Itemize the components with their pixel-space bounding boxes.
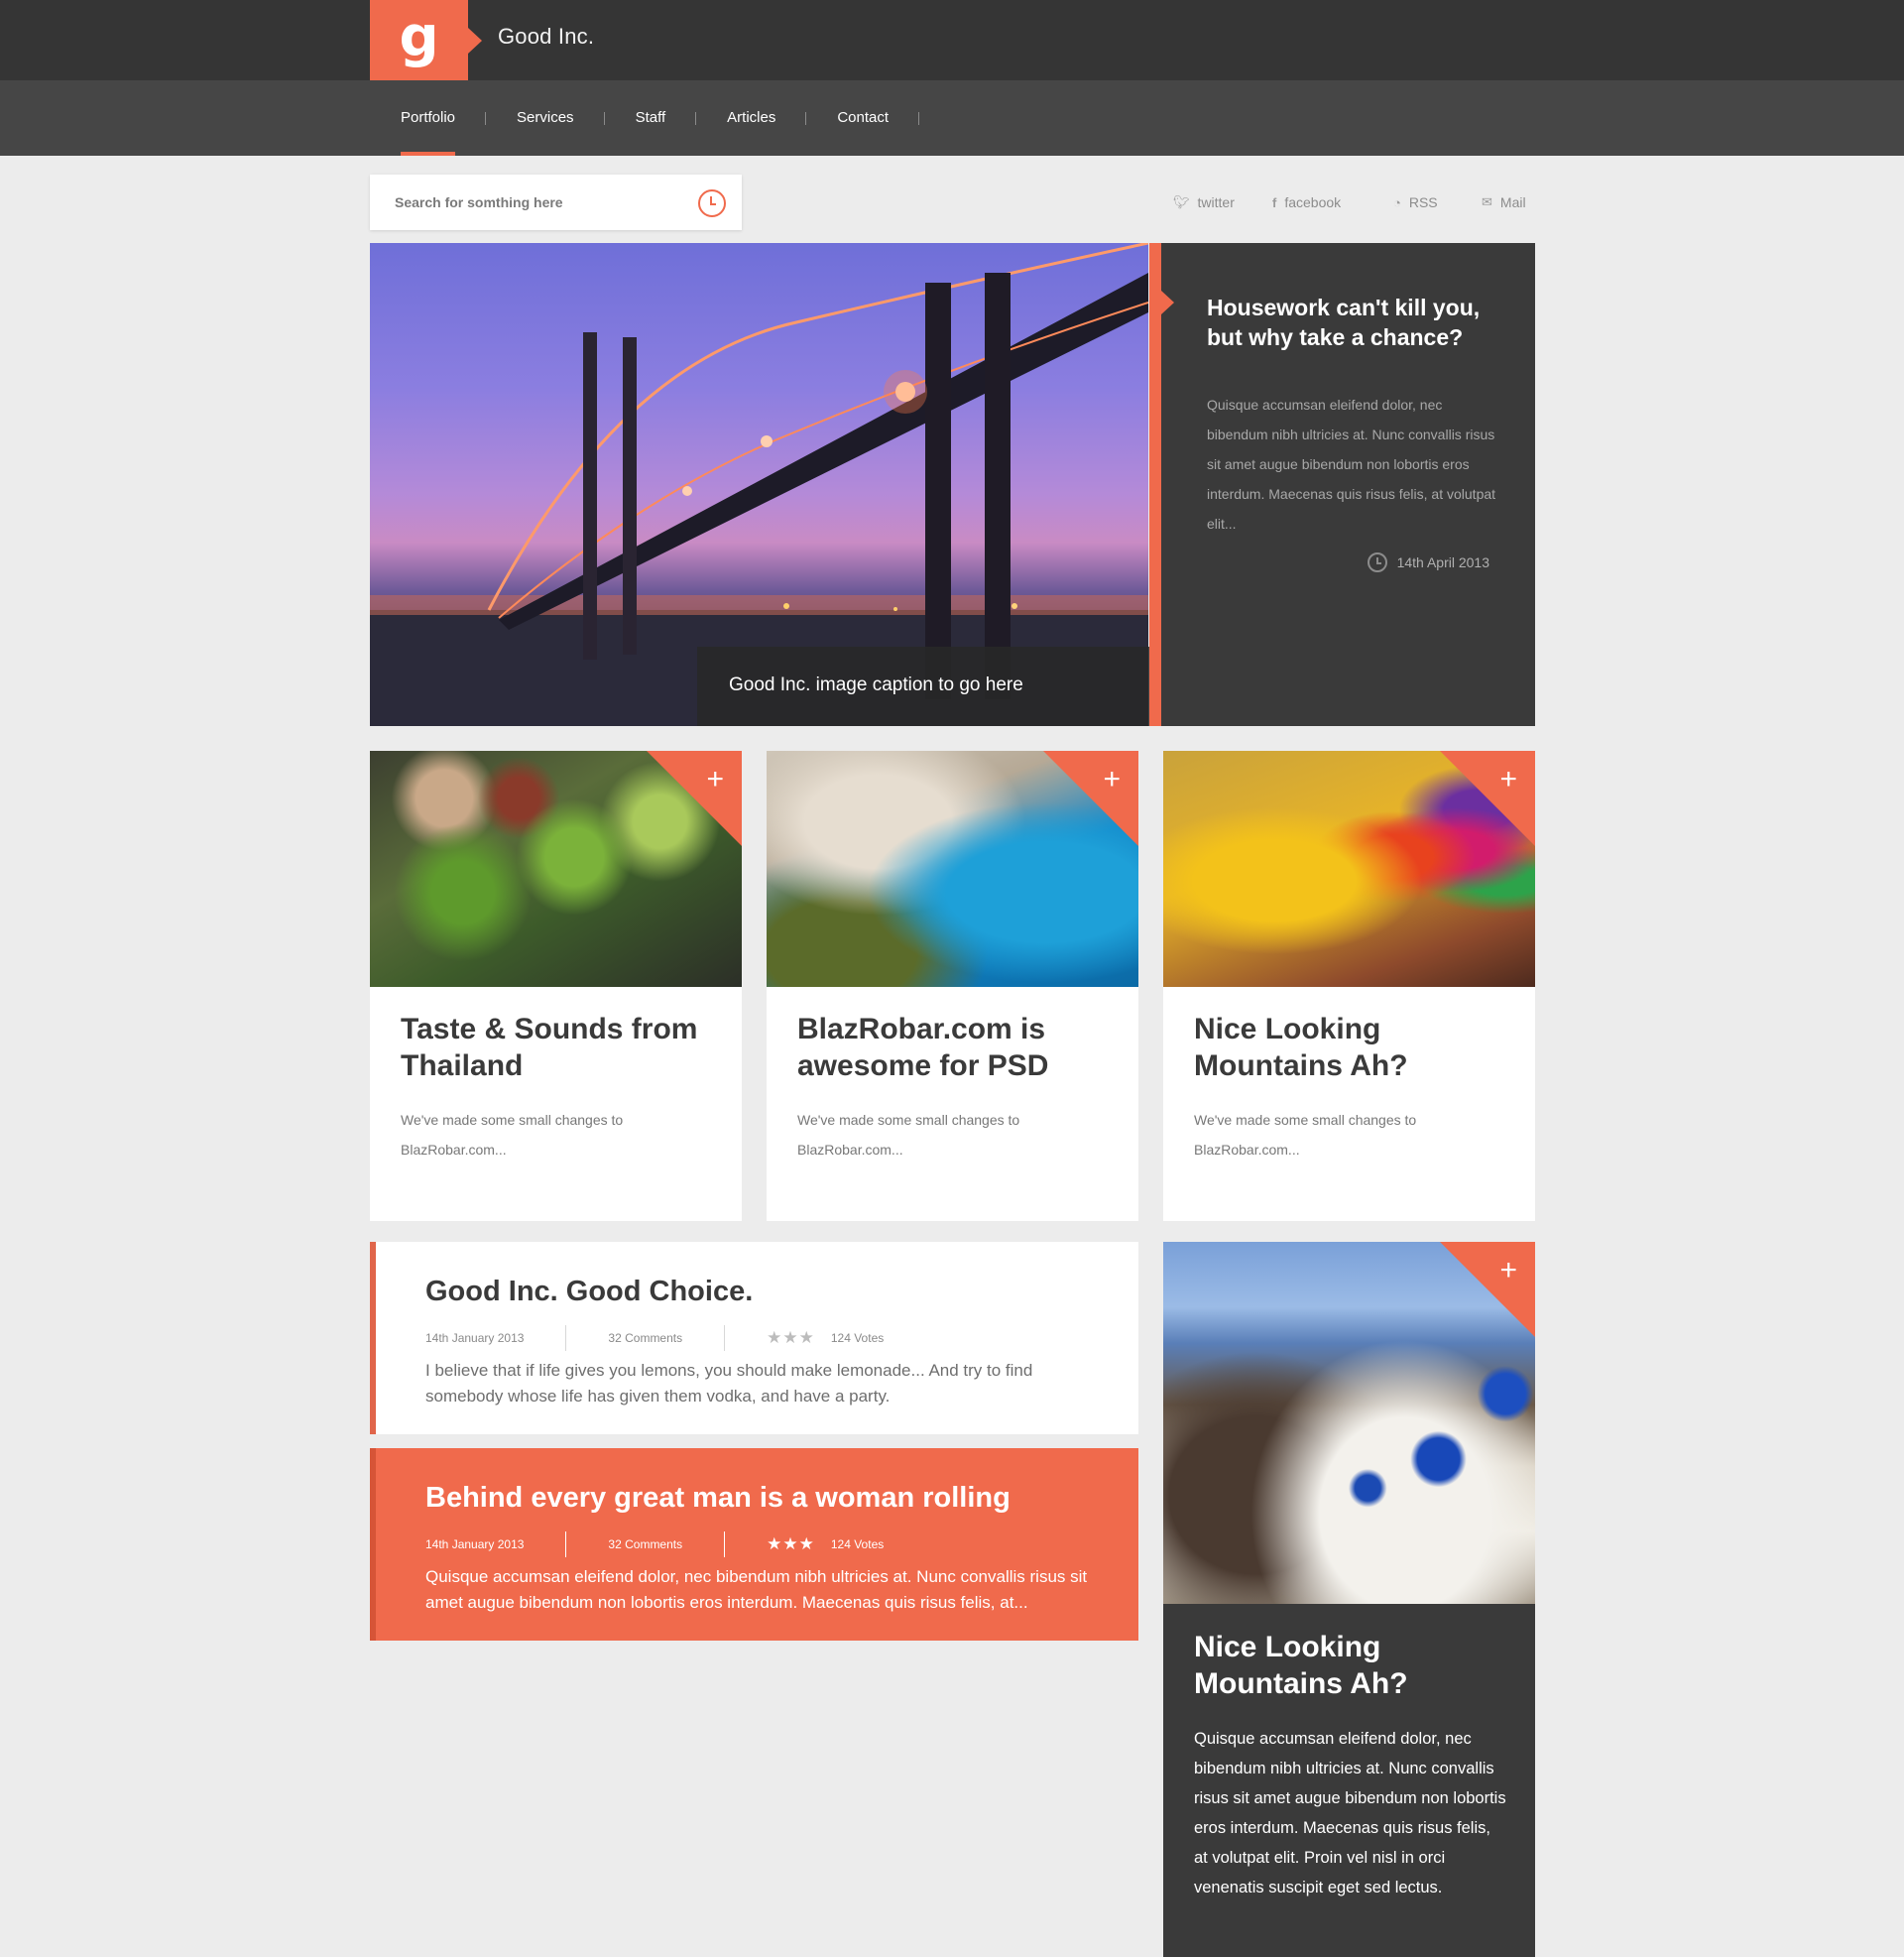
card-excerpt: Quisque accumsan eleifend dolor, nec bib…: [1194, 1730, 1506, 1896]
social-mail-link[interactable]: ✉ Mail: [1482, 194, 1526, 210]
post-date: 14th January 2013: [425, 1331, 525, 1345]
mail-icon: ✉: [1482, 194, 1492, 209]
top-header-bar: g Good Inc.: [0, 0, 1904, 80]
hero-excerpt: Quisque accumsan eleifend dolor, nec bib…: [1207, 397, 1496, 532]
corner-badge: [1043, 751, 1138, 846]
card-thailand[interactable]: + Taste & Sounds from Thailand We've mad…: [370, 751, 742, 1221]
card-excerpt: We've made some small changes to BlazRob…: [401, 1112, 624, 1158]
meta-divider: [724, 1325, 726, 1351]
star-rating[interactable]: ★★★: [767, 1328, 815, 1348]
post-meta: 14th January 2013 32 Comments ★★★ 124 Vo…: [425, 1531, 884, 1557]
clock-icon: [1367, 552, 1387, 572]
post-meta: 14th January 2013 32 Comments ★★★ 124 Vo…: [425, 1325, 884, 1351]
logo-letter: g: [399, 5, 439, 69]
post-date: 14th January 2013: [425, 1537, 525, 1551]
post-great-man: Behind every great man is a woman rollin…: [370, 1448, 1138, 1641]
plus-icon[interactable]: +: [706, 765, 724, 795]
nav-item-staff[interactable]: Staff: [605, 80, 697, 156]
hero-accent-arrow: [1161, 291, 1174, 314]
post-comments[interactable]: 32 Comments: [608, 1537, 682, 1551]
plus-icon[interactable]: +: [1103, 765, 1121, 795]
social-facebook-label: facebook: [1284, 194, 1342, 210]
card-title[interactable]: Taste & Sounds from Thailand: [401, 1011, 718, 1084]
corner-badge: [1440, 751, 1535, 846]
search-icon[interactable]: [698, 189, 726, 217]
social-mail-label: Mail: [1499, 194, 1526, 210]
hero-date-text: 14th April 2013: [1396, 554, 1489, 570]
social-rss-label: RSS: [1408, 194, 1438, 210]
social-twitter-link[interactable]: 🐦︎ twitter: [1173, 194, 1235, 210]
hero-caption-box: Good Inc. image caption to go here: [697, 647, 1149, 726]
card-excerpt: We've made some small changes to BlazRob…: [1194, 1112, 1417, 1158]
nav-bar: Portfolio Services Staff Articles Contac…: [0, 80, 1904, 156]
meta-divider: [724, 1531, 726, 1557]
logo-arrow: [468, 28, 482, 54]
facebook-icon: f: [1272, 194, 1277, 210]
star-rating[interactable]: ★★★: [767, 1534, 815, 1554]
card-image-santorini[interactable]: +: [1163, 1242, 1535, 1604]
post-votes: 124 Votes: [830, 1537, 885, 1551]
twitter-icon: 🐦︎: [1173, 194, 1190, 209]
hero-date: 14th April 2013: [1367, 552, 1489, 572]
hero-accent-bar: [1149, 243, 1161, 726]
card-blazrobar[interactable]: + BlazRobar.com is awesome for PSD We've…: [767, 751, 1138, 1221]
post-good-choice: Good Inc. Good Choice. 14th January 2013…: [370, 1242, 1138, 1434]
card-image-beach[interactable]: +: [767, 751, 1138, 987]
social-twitter-label: twitter: [1197, 194, 1235, 210]
hero-title[interactable]: Housework can't kill you, but why take a…: [1207, 293, 1504, 352]
post-excerpt: I believe that if life gives you lemons,…: [425, 1361, 1033, 1406]
card-title[interactable]: BlazRobar.com is awesome for PSD: [797, 1011, 1115, 1084]
logo[interactable]: g: [370, 0, 468, 80]
social-rss-link[interactable]: ◔ RSS: [1393, 194, 1438, 210]
brand-name[interactable]: Good Inc.: [498, 24, 594, 50]
card-image-food[interactable]: +: [370, 751, 742, 987]
card-title[interactable]: Nice Looking Mountains Ah?: [1194, 1629, 1511, 1702]
meta-divider: [565, 1325, 567, 1351]
main-nav: Portfolio Services Staff Articles Contac…: [370, 80, 919, 156]
post-comments[interactable]: 32 Comments: [608, 1331, 682, 1345]
post-excerpt: Quisque accumsan eleifend dolor, nec bib…: [425, 1567, 1088, 1612]
post-votes: 124 Votes: [830, 1331, 885, 1345]
corner-badge: [647, 751, 742, 846]
post-title[interactable]: Behind every great man is a woman rollin…: [425, 1482, 1011, 1515]
nav-item-articles[interactable]: Articles: [696, 80, 807, 156]
card-excerpt: We've made some small changes to BlazRob…: [797, 1112, 1020, 1158]
hero-panel: Housework can't kill you, but why take a…: [1161, 243, 1535, 726]
card-image-colors[interactable]: +: [1163, 751, 1535, 987]
rss-icon: ◔: [1393, 194, 1401, 210]
search-box: [370, 175, 742, 230]
corner-badge: [1440, 1242, 1535, 1337]
nav-item-services[interactable]: Services: [486, 80, 605, 156]
card-santorini[interactable]: + Nice Looking Mountains Ah? Quisque acc…: [1163, 1242, 1535, 1957]
card-title[interactable]: Nice Looking Mountains Ah?: [1194, 1011, 1511, 1084]
plus-icon[interactable]: +: [1499, 765, 1517, 795]
card-mountains[interactable]: + Nice Looking Mountains Ah? We've made …: [1163, 751, 1535, 1221]
search-input[interactable]: [395, 175, 682, 230]
hero-caption: Good Inc. image caption to go here: [729, 674, 1023, 695]
nav-item-contact[interactable]: Contact: [806, 80, 919, 156]
meta-divider: [565, 1531, 567, 1557]
nav-item-portfolio[interactable]: Portfolio: [370, 80, 487, 156]
plus-icon[interactable]: +: [1499, 1256, 1517, 1285]
social-facebook-link[interactable]: f facebook: [1272, 194, 1341, 210]
post-title[interactable]: Good Inc. Good Choice.: [425, 1276, 753, 1308]
